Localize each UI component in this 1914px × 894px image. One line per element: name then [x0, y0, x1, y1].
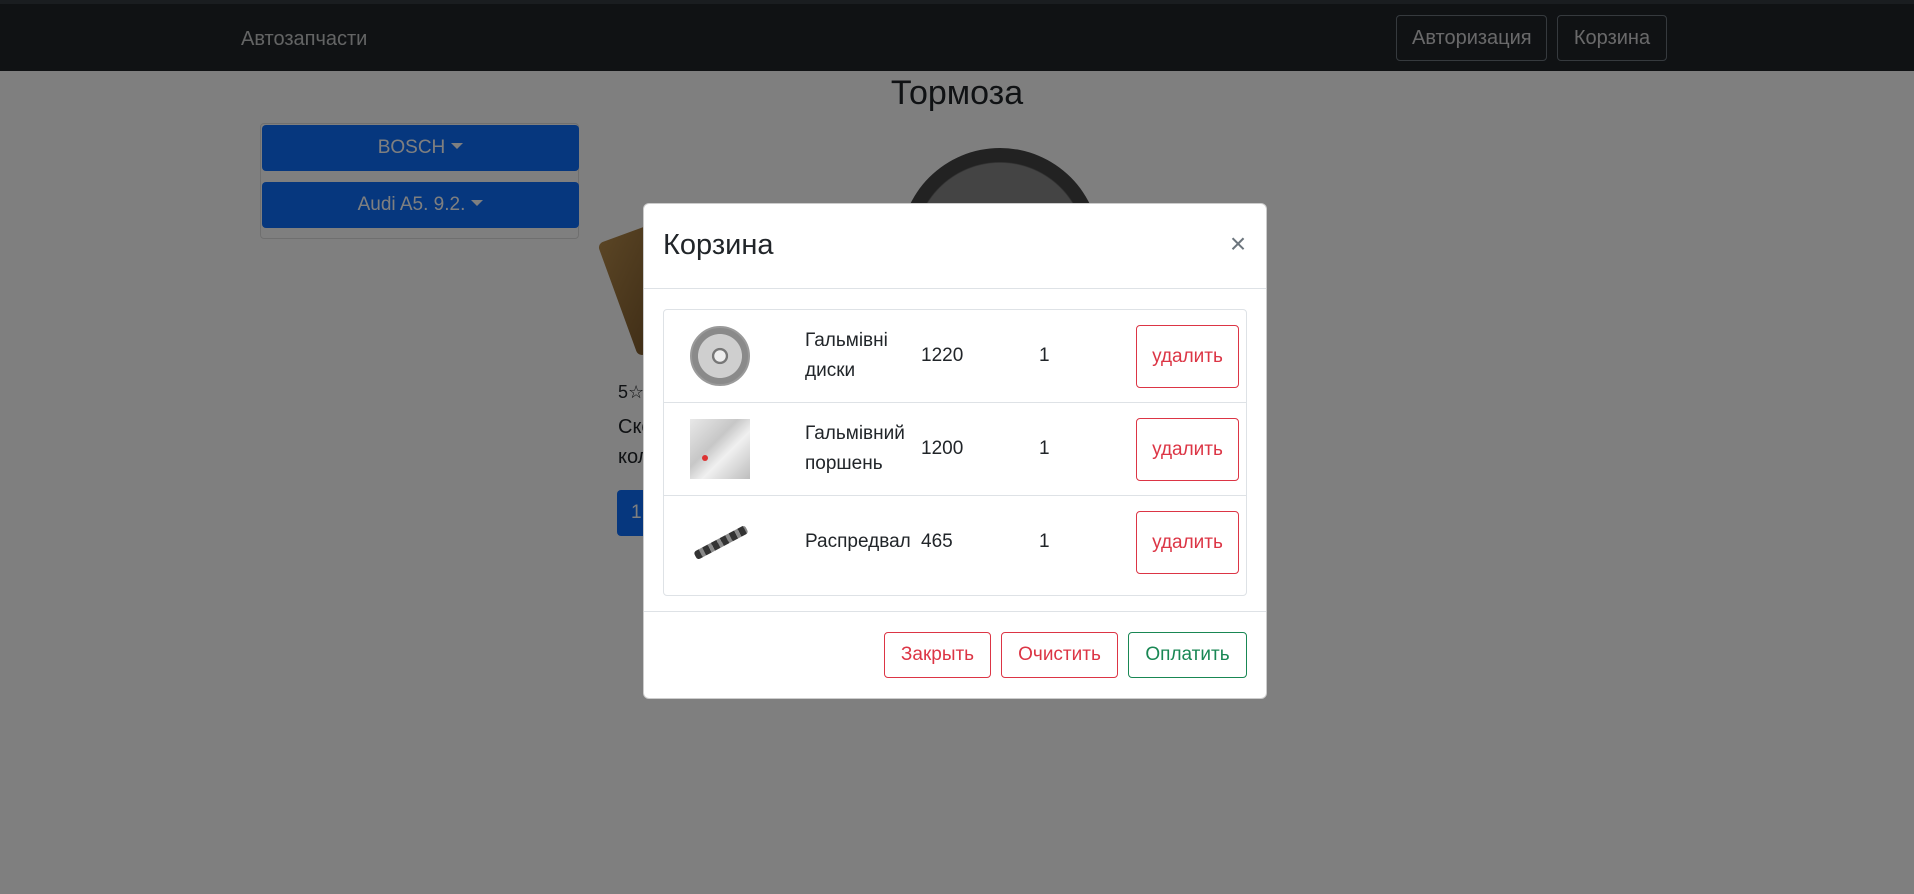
pay-button[interactable]: Оплатить — [1128, 632, 1247, 678]
modal-title: Корзина — [663, 229, 774, 261]
delete-item-button[interactable]: удалить — [1136, 511, 1239, 574]
close-icon[interactable]: × — [1222, 224, 1254, 264]
item-name: Гальмівний поршень — [805, 423, 905, 474]
cart-row: Гальмівний поршень 1200 1 удалить — [664, 403, 1246, 496]
cart-row: Распредвал 465 1 удалить — [664, 496, 1246, 589]
brake-disc-image — [690, 326, 750, 386]
item-quantity: 1 — [1039, 531, 1050, 552]
camshaft-image — [690, 512, 750, 572]
item-price: 1200 — [921, 438, 964, 459]
modal-footer: Закрыть Очистить Оплатить — [644, 611, 1266, 698]
item-name: Распредвал — [805, 531, 911, 552]
clear-cart-button[interactable]: Очистить — [1001, 632, 1118, 678]
brake-piston-image — [690, 419, 750, 479]
item-price: 465 — [921, 531, 953, 552]
modal-header: Корзина × — [644, 204, 1266, 289]
item-price: 1220 — [921, 345, 964, 366]
cart-items-list: Гальмівні диски 1220 1 удалить Гальмівни… — [663, 309, 1247, 596]
delete-item-button[interactable]: удалить — [1136, 418, 1239, 481]
item-name: Гальмівні диски — [805, 330, 888, 381]
delete-item-button[interactable]: удалить — [1136, 325, 1239, 388]
item-quantity: 1 — [1039, 345, 1050, 366]
close-button[interactable]: Закрыть — [884, 632, 991, 678]
cart-row: Гальмівні диски 1220 1 удалить — [664, 310, 1246, 403]
cart-modal: Корзина × Гальмівні диски 1220 1 удалить… — [643, 203, 1267, 699]
item-quantity: 1 — [1039, 438, 1050, 459]
